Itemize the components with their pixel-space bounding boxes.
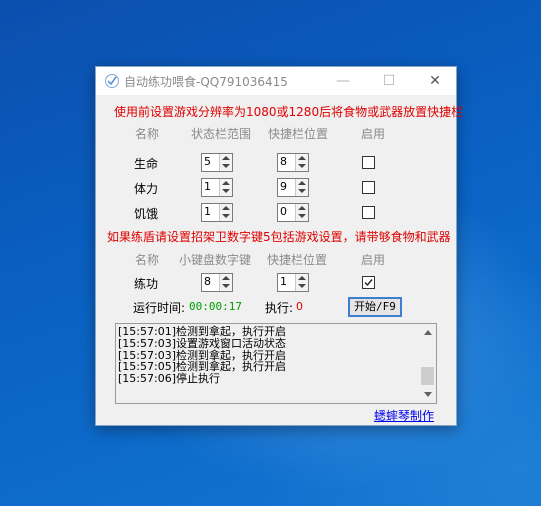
runtime-label: 运行时间:	[133, 301, 186, 315]
notice-shield: 如果练盾请设置招架卫数字键5包括游戏设置，请带够食物和武器	[107, 230, 451, 244]
spinner-arrows[interactable]	[295, 204, 308, 221]
maximize-button[interactable]: ☐	[366, 67, 412, 95]
exec-count: 0	[296, 300, 303, 313]
header-slot: 快捷栏位置	[268, 127, 329, 141]
close-button[interactable]: ✕	[412, 67, 458, 95]
training-key-spinner[interactable]: 8	[201, 273, 233, 292]
spin-down-icon[interactable]	[298, 164, 306, 168]
row-label-stamina: 体力	[134, 182, 159, 196]
training-slot-spinner[interactable]: 1	[277, 273, 309, 292]
health-slot-value[interactable]: 8	[280, 155, 287, 168]
health-slot-spinner[interactable]: 8	[277, 153, 309, 172]
spinner-arrows[interactable]	[219, 179, 232, 196]
author-link[interactable]: 蟋蟀琴制作	[374, 407, 434, 424]
spinner-arrows[interactable]	[219, 274, 232, 291]
scroll-up-icon[interactable]	[424, 330, 432, 335]
spin-down-icon[interactable]	[298, 189, 306, 193]
header-enable: 启用	[361, 127, 386, 141]
log-lines: [15:57:01]检测到拿起，执行开启 [15:57:03]设置游戏窗口活动状…	[118, 326, 286, 385]
training-key-value[interactable]: 8	[204, 275, 211, 288]
spin-down-icon[interactable]	[222, 164, 230, 168]
log-textarea[interactable]: [15:57:01]检测到拿起，执行开启 [15:57:03]设置游戏窗口活动状…	[115, 323, 437, 404]
header2-enable: 启用	[361, 253, 386, 267]
health-range-spinner[interactable]: 5	[201, 153, 233, 172]
exec-label: 执行:	[265, 301, 294, 315]
checkmark-icon	[364, 279, 373, 287]
notice-resolution: 使用前设置游戏分辨率为1080或1280后将食物或武器放置快捷栏	[114, 105, 464, 119]
health-range-value[interactable]: 5	[204, 155, 211, 168]
hunger-slot-spinner[interactable]: 0	[277, 203, 309, 222]
spinner-arrows[interactable]	[295, 154, 308, 171]
header-name: 名称	[135, 127, 160, 141]
stamina-enable-checkbox[interactable]	[362, 181, 375, 194]
spin-up-icon[interactable]	[298, 156, 306, 160]
header2-numpad-key: 小键盘数字键	[179, 253, 252, 267]
hunger-range-spinner[interactable]: 1	[201, 203, 233, 222]
spin-down-icon[interactable]	[222, 189, 230, 193]
header2-name: 名称	[135, 253, 160, 267]
title-bar[interactable]: 自动练功喂食-QQ791036415 — ☐ ✕	[96, 67, 456, 95]
spin-down-icon[interactable]	[298, 284, 306, 288]
spinner-arrows[interactable]	[219, 154, 232, 171]
spin-up-icon[interactable]	[222, 181, 230, 185]
hunger-slot-value[interactable]: 0	[280, 205, 287, 218]
row-label-health: 生命	[134, 157, 159, 171]
spin-up-icon[interactable]	[298, 276, 306, 280]
app-check-icon	[105, 74, 119, 88]
log-line: [15:57:06]停止执行	[118, 372, 220, 386]
training-slot-value[interactable]: 1	[280, 275, 287, 288]
header-status-range: 状态栏范围	[191, 127, 252, 141]
stamina-range-value[interactable]: 1	[204, 180, 211, 193]
header2-slot: 快捷栏位置	[267, 253, 328, 267]
stamina-slot-spinner[interactable]: 9	[277, 178, 309, 197]
scroll-thumb[interactable]	[421, 367, 434, 385]
app-window: 自动练功喂食-QQ791036415 — ☐ ✕ 使用前设置游戏分辨率为1080…	[95, 66, 463, 426]
health-enable-checkbox[interactable]	[362, 156, 375, 169]
spin-up-icon[interactable]	[222, 206, 230, 210]
stamina-slot-value[interactable]: 9	[280, 180, 287, 193]
spin-up-icon[interactable]	[298, 206, 306, 210]
scroll-down-icon[interactable]	[424, 392, 432, 397]
spin-up-icon[interactable]	[298, 181, 306, 185]
hunger-enable-checkbox[interactable]	[362, 206, 375, 219]
stamina-range-spinner[interactable]: 1	[201, 178, 233, 197]
row-label-hunger: 饥饿	[134, 207, 159, 221]
training-enable-checkbox[interactable]	[362, 276, 375, 289]
spin-up-icon[interactable]	[222, 276, 230, 280]
spin-down-icon[interactable]	[298, 214, 306, 218]
spinner-arrows[interactable]	[295, 179, 308, 196]
spin-down-icon[interactable]	[222, 284, 230, 288]
spin-down-icon[interactable]	[222, 214, 230, 218]
start-button[interactable]: 开始/F9	[348, 297, 402, 317]
spinner-arrows[interactable]	[219, 204, 232, 221]
spin-up-icon[interactable]	[222, 156, 230, 160]
window-title: 自动练功喂食-QQ791036415	[124, 75, 288, 89]
log-scrollbar[interactable]	[420, 324, 436, 403]
log-line: [15:57:03]设置游戏窗口活动状态	[118, 336, 286, 350]
row-label-training: 练功	[134, 277, 159, 291]
minimize-button[interactable]: —	[320, 67, 366, 95]
hunger-range-value[interactable]: 1	[204, 205, 211, 218]
runtime-value: 00:00:17	[189, 300, 242, 313]
spinner-arrows[interactable]	[295, 274, 308, 291]
